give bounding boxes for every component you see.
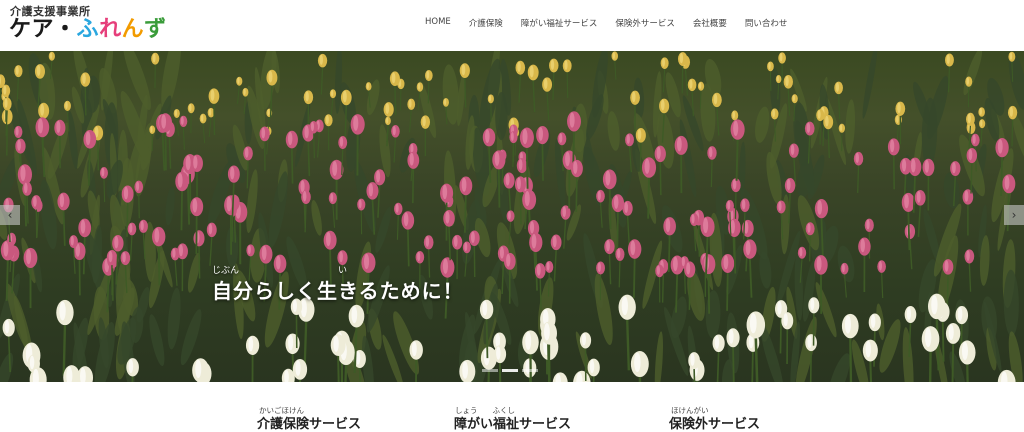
logo-char: ふ [77,15,100,45]
chevron-left-icon: ‹ [8,208,13,222]
site-header: 介護支援事業所 ケア・ふれんず HOME 介護保険 障がい福祉サービス 保険外サ… [0,0,1024,51]
chevron-right-icon: › [1012,208,1017,222]
nav-home[interactable]: HOME [425,17,451,29]
nav-contact[interactable]: 問い合わせ [745,17,788,29]
slider-dots [482,369,538,372]
slider-dot-1[interactable] [482,369,498,372]
logo-char: ず [144,15,167,45]
logo-char: ケ [9,15,32,45]
nav-company[interactable]: 会社概要 [693,17,727,29]
service-hokengai[interactable]: 保険外サービス [669,413,760,432]
slider-dot-2[interactable] [502,369,518,372]
logo-char: ・ [54,15,77,45]
tulip-field-image [0,51,1024,382]
nav-kaigo-hoken[interactable]: 介護保険 [469,17,503,29]
service-kaigo-hoken[interactable]: 介護保険サービス [257,413,361,432]
hero-headline: 自分らしく生きるために！ [212,275,464,304]
logo-char: れ [99,15,122,45]
service-shogai-fukushi[interactable]: 障がい福祉サービス [454,413,571,432]
slider-dot-3[interactable] [522,369,538,372]
site-logo[interactable]: ケア・ふれんず [9,15,167,45]
slider-next-button[interactable]: › [1004,205,1024,225]
hero-slider: ‹ › じぶん い 自分らしく生きるために！ [0,51,1024,382]
logo-char: ん [122,15,145,45]
main-nav: HOME 介護保険 障がい福祉サービス 保険外サービス 会社概要 問い合わせ [425,17,805,29]
slider-prev-button[interactable]: ‹ [0,205,20,225]
logo-char: ア [32,15,55,45]
nav-hokengai[interactable]: 保険外サービス [615,17,675,29]
nav-shogai-fukushi[interactable]: 障がい福祉サービス [521,17,598,29]
